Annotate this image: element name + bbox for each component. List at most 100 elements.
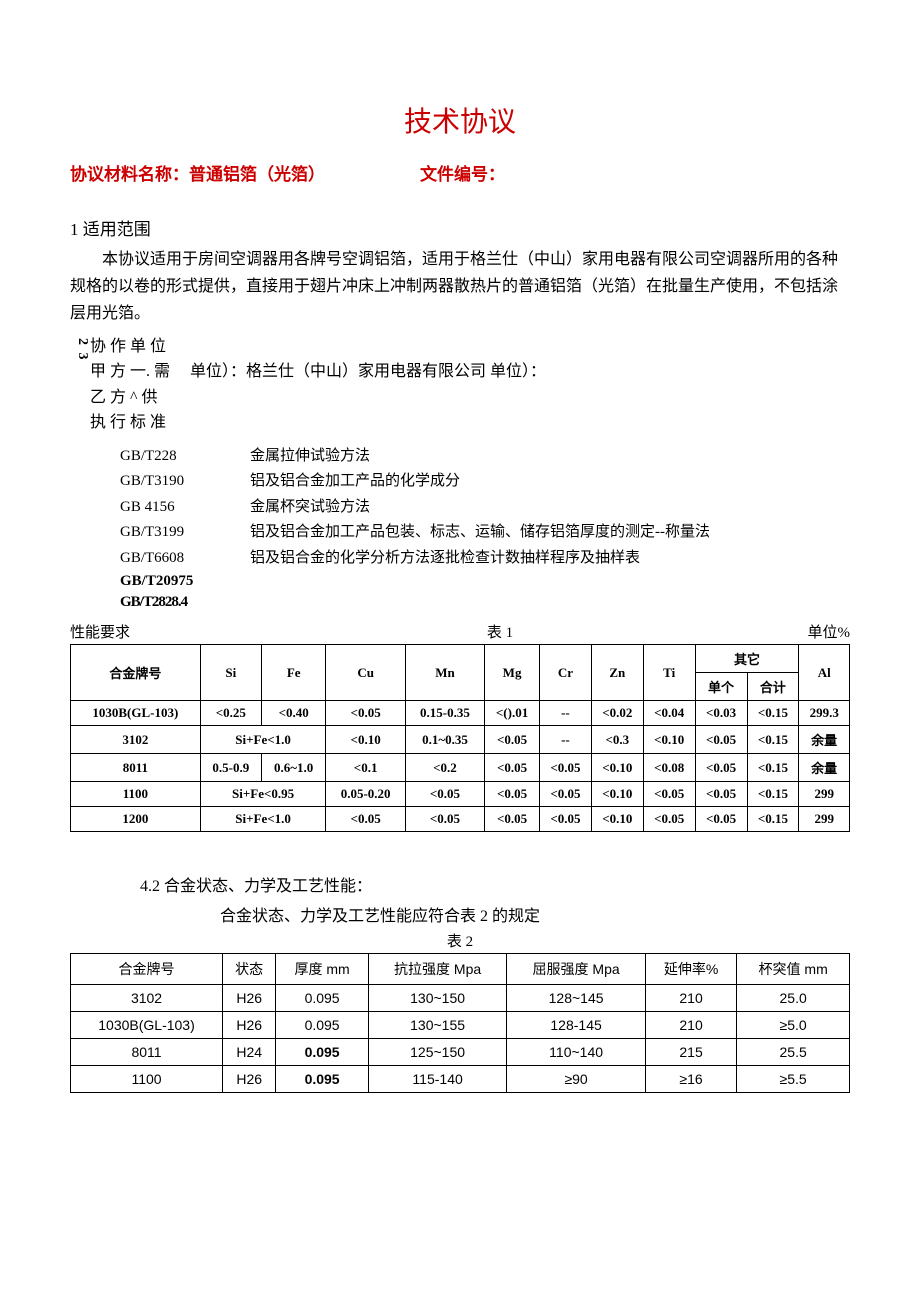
table-row: 8011 H24 0.095 125~150 110~140 215 25.5 (71, 1039, 850, 1066)
assoc-l3b: 方 ^ 供 (110, 389, 158, 406)
cell: 128-145 (507, 1012, 646, 1039)
th-other-total: 合计 (747, 673, 799, 701)
assoc-l4b: 行 标 准 (110, 414, 166, 431)
cell: 1200 (71, 807, 201, 832)
std-row: GB/T6608铝及铝合金的化学分析方法逐批检查计数抽样程序及抽样表 (120, 546, 850, 572)
cell: <0.05 (695, 754, 747, 782)
std-row: GB/T3190铝及铝合金加工产品的化学成分 (120, 469, 850, 495)
cell: ≥90 (507, 1066, 646, 1093)
cell: <0.10 (591, 807, 643, 832)
std-tail1: GB/T20975 (120, 571, 850, 592)
cell: 0.1~0.35 (405, 726, 484, 754)
cell: 0.5-0.9 (200, 754, 261, 782)
std-code: GB/T228 (120, 444, 250, 470)
cell: <0.04 (643, 701, 695, 726)
header-line: 协议材料名称：普通铝箔（光箔） 文件编号： (70, 160, 850, 185)
th-cu: Cu (326, 645, 405, 701)
sec1-para: 本协议适用于房间空调器用各牌号空调铝箔，适用于格兰仕（中山）家用电器有限公司空调… (70, 246, 850, 328)
cell: <0.05 (485, 782, 540, 807)
std-desc: 铝及铝合金加工产品的化学成分 (250, 469, 850, 495)
assoc-l2b: 方 一. 需 (110, 363, 170, 380)
cell: 1100 (71, 782, 201, 807)
th-fe: Fe (261, 645, 326, 701)
cell: ≥5.5 (737, 1066, 850, 1093)
cell: 130~155 (368, 1012, 507, 1039)
std-desc: 金属杯突试验方法 (250, 495, 850, 521)
t1-title-row: 性能要求 表 1 单位% (70, 621, 850, 642)
th-si: Si (200, 645, 261, 701)
cell: Si+Fe<0.95 (200, 782, 326, 807)
th-elong: 延伸率% (645, 954, 736, 985)
cell: 210 (645, 1012, 736, 1039)
th-ti: Ti (643, 645, 695, 701)
cell: <0.15 (747, 754, 799, 782)
cell: <0.15 (747, 782, 799, 807)
assoc-l2c: 单位）：格兰仕（中山）家用电器有限公司 单位）： (190, 363, 546, 380)
cell: 0.095 (276, 1039, 369, 1066)
cell: H24 (223, 1039, 276, 1066)
cell: H26 (223, 1066, 276, 1093)
cell: <0.10 (591, 782, 643, 807)
docno-label: 文件编号： (420, 165, 505, 184)
th-tensile: 抗拉强度 Mpa (368, 954, 507, 985)
cell: 0.15-0.35 (405, 701, 484, 726)
cell: 0.05-0.20 (326, 782, 405, 807)
cell: -- (540, 701, 592, 726)
cell: 8011 (71, 1039, 223, 1066)
cell: <0.05 (405, 807, 484, 832)
cell: <0.15 (747, 701, 799, 726)
cell: <0.1 (326, 754, 405, 782)
cell: 8011 (71, 754, 201, 782)
assoc-l4a: 执 (90, 414, 106, 431)
cell: <0.05 (485, 807, 540, 832)
cell: <0.05 (326, 807, 405, 832)
std-row: GB/T3199铝及铝合金加工产品包装、标志、运输、储存铝箔厚度的测定--称量法 (120, 520, 850, 546)
std-code: GB/T6608 (120, 546, 250, 572)
cell: -- (540, 726, 592, 754)
assoc-block: 2 3 协 作 单 位 甲 方 一. 需 单位）：格兰仕（中山）家用电器有限公司… (70, 334, 850, 436)
cell: 210 (645, 985, 736, 1012)
th-alloy: 合金牌号 (71, 645, 201, 701)
th-zn: Zn (591, 645, 643, 701)
cell: <0.05 (485, 726, 540, 754)
cell: <0.25 (200, 701, 261, 726)
cell: <0.05 (485, 754, 540, 782)
cell: 125~150 (368, 1039, 507, 1066)
cell: ≥5.0 (737, 1012, 850, 1039)
cell: 0.095 (276, 1066, 369, 1093)
t1-left: 性能要求 (70, 621, 270, 642)
cell: <0.10 (591, 754, 643, 782)
th-cup: 杯突值 mm (737, 954, 850, 985)
vnum: 2 3 (70, 334, 90, 436)
cell: <0.10 (643, 726, 695, 754)
cell: <().01 (485, 701, 540, 726)
cell: 3102 (71, 726, 201, 754)
cell: <0.05 (540, 754, 592, 782)
cell: <0.15 (747, 726, 799, 754)
cell: Si+Fe<1.0 (200, 807, 326, 832)
cell: <0.05 (695, 726, 747, 754)
assoc-l2a: 甲 (90, 363, 106, 380)
t1-mid: 表 1 (270, 621, 730, 642)
cell: <0.05 (405, 782, 484, 807)
cell: <0.05 (643, 782, 695, 807)
cell: <0.40 (261, 701, 326, 726)
cell: 0.095 (276, 1012, 369, 1039)
assoc-l1: 协 作 单 位 (90, 334, 546, 360)
std-code: GB/T3199 (120, 520, 250, 546)
std-code: GB/T3190 (120, 469, 250, 495)
table-row: 1030B(GL-103) <0.25 <0.40 <0.05 0.15-0.3… (71, 701, 850, 726)
cell: <0.10 (326, 726, 405, 754)
cell: 1030B(GL-103) (71, 701, 201, 726)
table-row: 3102 H26 0.095 130~150 128~145 210 25.0 (71, 985, 850, 1012)
cell: 299.3 (799, 701, 850, 726)
th-alloy: 合金牌号 (71, 954, 223, 985)
table-2: 合金牌号 状态 厚度 mm 抗拉强度 Mpa 屈服强度 Mpa 延伸率% 杯突值… (70, 953, 850, 1093)
std-tail2: GB/T2828.4 (120, 592, 850, 613)
std-desc: 金属拉伸试验方法 (250, 444, 850, 470)
sec42-heading: 4.2 合金状态、力学及工艺性能： (140, 872, 850, 896)
cell: 130~150 (368, 985, 507, 1012)
table-1: 合金牌号 Si Fe Cu Mn Mg Cr Zn Ti 其它 Al 单个 合计… (70, 644, 850, 832)
th-state: 状态 (223, 954, 276, 985)
cell: 128~145 (507, 985, 646, 1012)
